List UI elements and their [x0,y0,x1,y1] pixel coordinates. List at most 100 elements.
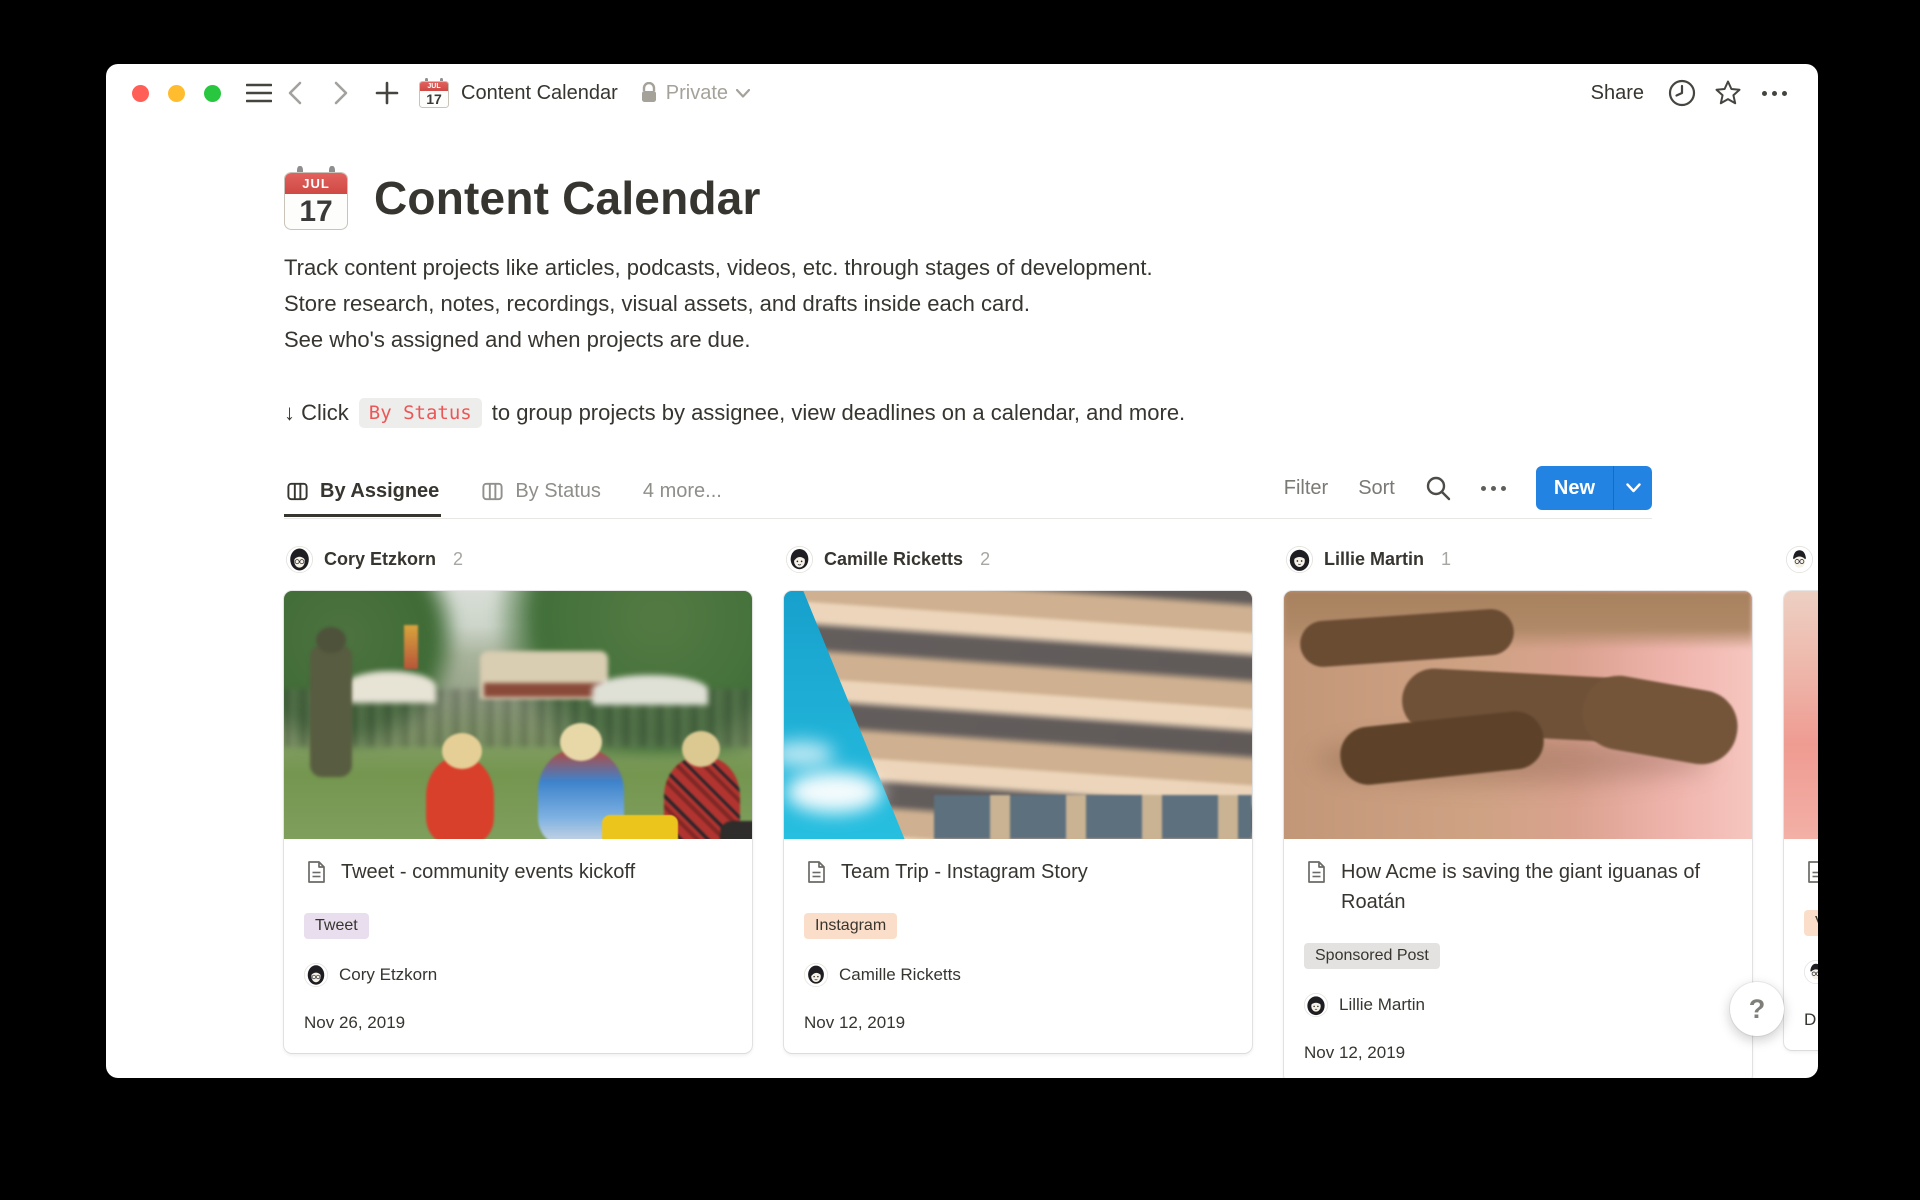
board-card[interactable]: How Acme is saving the giant iguanas of … [1284,591,1752,1078]
column-header: Lillie Martin 1 [1286,545,1752,573]
column-count: 2 [980,549,990,570]
card-tag: Instagram [804,913,897,939]
hint-inline-code: By Status [359,398,482,428]
search-button[interactable] [1425,475,1451,501]
window-more-button[interactable] [1756,75,1792,111]
notion-app-window: JUL 17 Content Calendar Private Share [106,64,1818,1078]
card-title: Tweet - community events kickoff [341,857,635,887]
favorite-button[interactable] [1710,75,1746,111]
minimize-window-button[interactable] [168,85,185,102]
privacy-dropdown[interactable]: Private [640,82,750,105]
card-tag: Sponsored Post [1304,943,1440,969]
card-assignee: Cory Etzkorn [304,963,732,987]
sidebar-menu-button[interactable] [241,75,277,111]
new-page-button[interactable] [369,75,405,111]
avatar-lillie-martin [1286,546,1313,573]
calendar-icon-day: 17 [420,91,448,107]
card-tag: V [1804,910,1818,936]
page-emoji-calendar-icon: JUL 17 [419,78,449,108]
card-date: Nov 26, 2019 [304,1013,732,1033]
card-title: Team Trip - Instagram Story [841,857,1088,887]
hint-line: ↓ Click By Status to group projects by a… [284,398,1818,428]
new-button-group: New [1536,466,1652,510]
hint-prefix: ↓ Click [284,400,349,426]
column-header: Cory Etzkorn 2 [286,545,752,573]
breadcrumb-title: Content Calendar [461,82,618,105]
chevron-down-icon [1626,483,1641,493]
card-date: D [1804,1010,1818,1030]
card-image [1784,591,1818,839]
assignee-name: Camille Ricketts [839,965,961,985]
filter-button[interactable]: Filter [1284,477,1328,500]
breadcrumb[interactable]: JUL 17 Content Calendar [419,78,618,108]
card-body: V D [1784,839,1818,1050]
board-card[interactable]: Team Trip - Instagram Story Instagram [784,591,1252,1053]
board-column: Camille Ricketts 2 [784,545,1252,1078]
card-assignee: Camille Ricketts [804,963,1232,987]
tab-by-assignee[interactable]: By Assignee [284,468,441,517]
chevron-right-icon [334,81,348,105]
card-date: Nov 12, 2019 [804,1013,1232,1033]
help-button[interactable]: ? [1730,982,1784,1036]
board-view: Cory Etzkorn 2 [284,545,1818,1078]
view-bar: By Assignee By Status 4 more... Filter S… [284,466,1652,519]
tab-label: By Status [515,480,601,503]
hamburger-icon [246,83,272,103]
column-name: Cory Etzkorn [324,549,436,570]
assignee-name: Lillie Martin [1339,995,1425,1015]
titlebar-actions: Share [1581,75,1792,111]
tab-label: By Assignee [320,480,439,503]
column-name: Camille Ricketts [824,549,963,570]
assignee-name: Cory Etzkorn [339,965,437,985]
zoom-window-button[interactable] [204,85,221,102]
board-column: Cory Etzkorn 2 [284,545,752,1078]
board-column-partial: V D [1784,545,1818,1078]
close-window-button[interactable] [132,85,149,102]
new-dropdown-button[interactable] [1614,466,1652,510]
plus-icon [375,81,399,105]
avatar-camille-ricketts [786,546,813,573]
column-count: 2 [453,549,463,570]
page-document-icon [1304,860,1328,884]
updates-button[interactable] [1664,75,1700,111]
search-icon [1425,475,1451,501]
card-image [1284,591,1752,839]
view-options-button[interactable] [1481,486,1506,491]
description-line: Store research, notes, recordings, visua… [284,286,1444,322]
forward-button[interactable] [323,75,359,111]
board-card[interactable]: V D [1784,591,1818,1050]
page-title-row: JUL 17 Content Calendar [284,166,1818,230]
page-title: Content Calendar [374,171,761,225]
page-icon-calendar[interactable]: JUL 17 [284,166,348,230]
tab-by-status[interactable]: By Status [479,468,603,517]
page-description: Track content projects like articles, po… [284,250,1444,358]
chevron-down-icon [736,89,750,98]
share-button[interactable]: Share [1581,76,1654,111]
card-body: How Acme is saving the giant iguanas of … [1284,839,1752,1078]
board-column: Lillie Martin 1 [1284,545,1752,1078]
tab-label: 4 more... [643,480,722,503]
new-button[interactable]: New [1536,466,1613,510]
traffic-lights [132,85,221,102]
avatar-cory-etzkorn [286,546,313,573]
calendar-icon-day: 17 [285,194,347,229]
board-view-icon [481,480,504,503]
column-header: Camille Ricketts 2 [786,545,1252,573]
calendar-icon-month: JUL [420,82,448,92]
card-assignee: Lillie Martin [1304,993,1732,1017]
desktop-background: { "colors": { "accent_blue": "#2383E2", … [0,0,1920,1200]
avatar-fourth-assignee [1786,546,1813,573]
chevron-left-icon [288,81,302,105]
board-card[interactable]: Tweet - community events kickoff Tweet [284,591,752,1053]
nav-buttons [277,75,405,111]
lock-icon [640,82,658,104]
tab-more-views[interactable]: 4 more... [641,468,724,517]
back-button[interactable] [277,75,313,111]
hint-suffix: to group projects by assignee, view dead… [492,400,1185,426]
column-count: 1 [1441,549,1451,570]
titlebar: JUL 17 Content Calendar Private Share [106,64,1818,122]
avatar-cory-etzkorn [304,963,328,987]
ellipsis-icon [1481,486,1506,491]
sort-button[interactable]: Sort [1358,477,1395,500]
star-icon [1714,79,1742,107]
